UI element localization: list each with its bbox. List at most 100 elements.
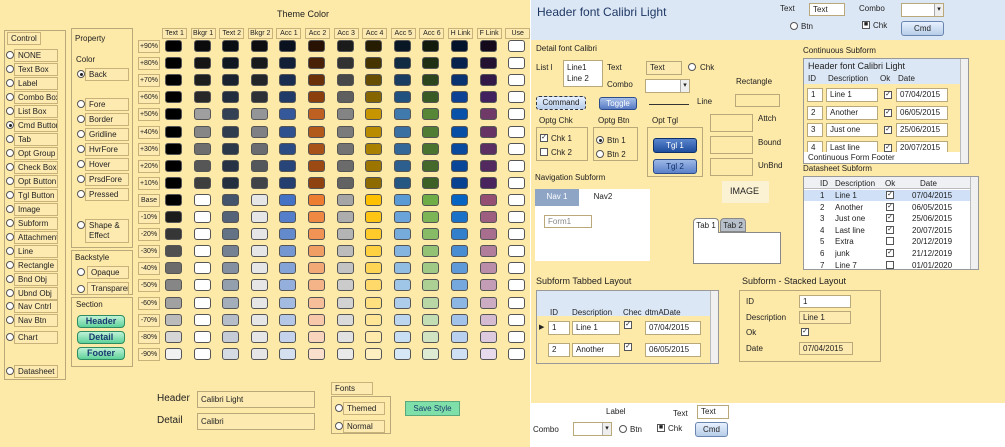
color-swatch[interactable] bbox=[222, 108, 240, 121]
color-swatch[interactable] bbox=[250, 347, 268, 360]
color-swatch[interactable] bbox=[193, 228, 211, 241]
color-swatch[interactable] bbox=[365, 193, 383, 206]
toggle-button[interactable]: Toggle bbox=[599, 97, 637, 110]
color-swatch[interactable] bbox=[479, 228, 497, 241]
color-swatch[interactable] bbox=[250, 142, 268, 155]
color-swatch[interactable] bbox=[451, 91, 468, 104]
color-swatch[interactable] bbox=[222, 330, 240, 343]
cont-row-desc[interactable]: Line 1 bbox=[826, 88, 878, 102]
color-swatch[interactable] bbox=[393, 125, 411, 138]
nav-tab-2[interactable]: Nav2 bbox=[581, 189, 625, 206]
color-swatch[interactable] bbox=[336, 262, 354, 275]
color-swatch[interactable] bbox=[165, 159, 182, 172]
color-swatch[interactable] bbox=[451, 176, 468, 189]
datasheet-row[interactable]: 6 junk ✓ 21/12/2019 bbox=[804, 248, 978, 259]
header-chk-checkbox[interactable]: ■ bbox=[862, 21, 870, 29]
color-swatch[interactable] bbox=[393, 159, 411, 172]
footer-chk-checkbox[interactable]: ■ bbox=[657, 424, 665, 432]
header-cmd-button[interactable]: Cmd bbox=[901, 21, 944, 36]
color-swatch[interactable] bbox=[222, 125, 240, 138]
color-swatch[interactable] bbox=[365, 57, 383, 70]
color-radio-0[interactable] bbox=[77, 70, 85, 78]
color-swatch[interactable] bbox=[479, 262, 497, 275]
footer-text-field[interactable]: Text bbox=[697, 405, 729, 419]
color-swatch[interactable] bbox=[365, 91, 383, 104]
color-swatch[interactable] bbox=[422, 40, 440, 52]
color-swatch[interactable] bbox=[365, 125, 383, 138]
optg-btn1-radio[interactable] bbox=[596, 136, 604, 144]
color-swatch[interactable] bbox=[336, 142, 354, 155]
continuous-scrollbar[interactable] bbox=[960, 59, 968, 163]
color-swatch[interactable] bbox=[308, 159, 325, 172]
color-swatch[interactable] bbox=[451, 279, 468, 292]
tabbed-row-desc[interactable]: Line 1 bbox=[572, 321, 620, 335]
color-swatch[interactable] bbox=[250, 245, 268, 258]
save-style-button[interactable]: Save Style bbox=[405, 401, 460, 416]
color-swatch[interactable] bbox=[422, 142, 440, 155]
color-swatch[interactable] bbox=[336, 176, 354, 189]
bound-object-box[interactable] bbox=[710, 136, 753, 154]
chevron-down-icon[interactable]: ▾ bbox=[680, 80, 689, 92]
color-swatch[interactable] bbox=[393, 40, 411, 52]
color-swatch[interactable] bbox=[422, 313, 440, 326]
color-swatch[interactable] bbox=[336, 40, 354, 52]
color-swatch[interactable] bbox=[479, 74, 497, 87]
color-swatch[interactable] bbox=[365, 176, 383, 189]
section-detail-button[interactable]: Detail bbox=[77, 331, 125, 344]
control-radio-14[interactable] bbox=[6, 247, 14, 255]
optg-btn2-radio[interactable] bbox=[596, 150, 604, 158]
header-btn-radio[interactable] bbox=[790, 22, 798, 30]
tabbed-row-id[interactable]: 2 bbox=[548, 343, 570, 357]
color-swatch[interactable] bbox=[222, 347, 240, 360]
color-swatch[interactable] bbox=[165, 262, 182, 275]
color-swatch[interactable] bbox=[336, 159, 354, 172]
control-radio-19[interactable] bbox=[6, 316, 14, 324]
tab-1[interactable]: Tab 1 bbox=[693, 218, 719, 233]
color-swatch[interactable] bbox=[222, 74, 240, 87]
color-swatch[interactable] bbox=[336, 279, 354, 292]
tgl1-button[interactable]: Tgl 1 bbox=[653, 138, 697, 153]
ds-cell-ok-checkbox[interactable]: ✓ bbox=[886, 202, 894, 211]
datasheet-row[interactable]: 1 Line 1 ✓ 07/04/2015 bbox=[804, 190, 978, 201]
control-radio-15[interactable] bbox=[6, 261, 14, 269]
color-swatch[interactable] bbox=[479, 313, 497, 326]
color-radio-7[interactable] bbox=[77, 190, 85, 198]
color-swatch[interactable] bbox=[479, 347, 497, 360]
use-swatch[interactable] bbox=[508, 193, 526, 206]
control-radio-11[interactable] bbox=[6, 205, 14, 213]
color-swatch[interactable] bbox=[451, 159, 468, 172]
color-swatch[interactable] bbox=[479, 159, 497, 172]
color-swatch[interactable] bbox=[308, 40, 325, 52]
color-swatch[interactable] bbox=[222, 142, 240, 155]
color-swatch[interactable] bbox=[165, 313, 182, 326]
color-swatch[interactable] bbox=[479, 211, 497, 223]
color-swatch[interactable] bbox=[250, 125, 268, 138]
color-radio-2[interactable] bbox=[77, 115, 85, 123]
color-swatch[interactable] bbox=[393, 108, 411, 121]
use-swatch[interactable] bbox=[508, 74, 526, 87]
color-swatch[interactable] bbox=[250, 228, 268, 241]
color-swatch[interactable] bbox=[250, 296, 268, 309]
cont-row-date[interactable]: 25/06/2015 bbox=[896, 123, 948, 137]
color-swatch[interactable] bbox=[165, 91, 182, 104]
color-swatch[interactable] bbox=[451, 142, 468, 155]
ds-cell-ok-checkbox[interactable] bbox=[886, 237, 894, 246]
control-radio-1[interactable] bbox=[6, 65, 14, 73]
use-swatch[interactable] bbox=[508, 91, 526, 104]
color-swatch[interactable] bbox=[279, 347, 297, 360]
color-swatch[interactable] bbox=[451, 262, 468, 275]
color-swatch[interactable] bbox=[479, 330, 497, 343]
use-swatch[interactable] bbox=[508, 228, 526, 241]
color-swatch[interactable] bbox=[193, 279, 211, 292]
attachment-box[interactable] bbox=[710, 114, 753, 132]
section-footer-button[interactable]: Footer bbox=[77, 347, 125, 360]
color-swatch[interactable] bbox=[479, 57, 497, 70]
color-swatch[interactable] bbox=[193, 176, 211, 189]
use-swatch[interactable] bbox=[508, 347, 526, 360]
color-swatch[interactable] bbox=[165, 228, 182, 241]
cont-row-ok-checkbox[interactable]: ✓ bbox=[884, 143, 892, 152]
color-swatch[interactable] bbox=[422, 296, 440, 309]
use-swatch[interactable] bbox=[508, 245, 526, 258]
ds-cell-ok-checkbox[interactable]: ✓ bbox=[886, 191, 894, 199]
color-swatch[interactable] bbox=[422, 262, 440, 275]
